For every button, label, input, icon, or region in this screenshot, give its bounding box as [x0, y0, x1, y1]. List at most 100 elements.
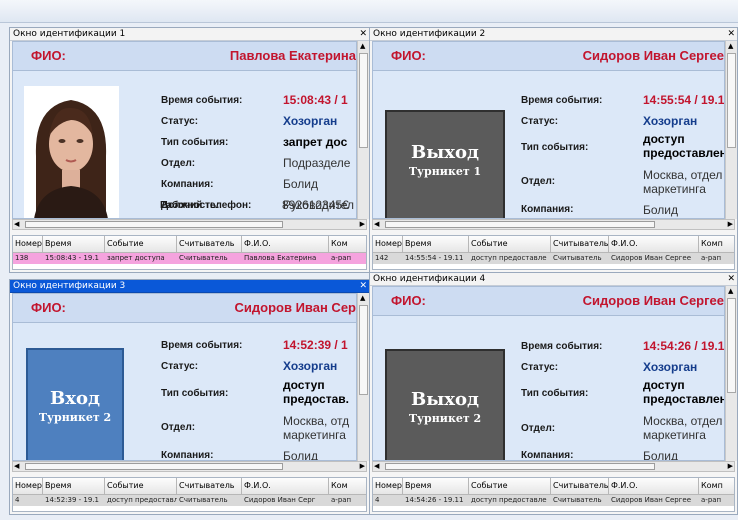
scroll-up-icon[interactable]: ▲: [360, 42, 365, 51]
cell-extra: а-рап: [331, 254, 352, 262]
identification-card: ФИО: Павлова Екатерина Время события: 15…: [12, 41, 357, 219]
column-header[interactable]: Комп: [699, 478, 734, 494]
person-name: Сидоров Иван Сер: [234, 300, 356, 315]
panel-title[interactable]: Окно идентификации 1 ✕: [10, 28, 369, 41]
column-header[interactable]: Время: [403, 478, 469, 494]
column-header[interactable]: Событие: [469, 478, 551, 494]
scroll-thumb[interactable]: [385, 221, 655, 228]
column-header[interactable]: Ф.И.О.: [242, 478, 329, 494]
column-header[interactable]: Время: [43, 236, 105, 252]
panel-title-text: Окно идентификации 1: [13, 29, 126, 39]
event-time-value: 14:54:26 / 19.1: [643, 339, 725, 353]
column-header[interactable]: Комп: [699, 236, 734, 252]
close-icon[interactable]: ✕: [359, 28, 367, 40]
identification-card: ФИО: Сидоров Иван Сергее Выход Турникет …: [372, 286, 725, 461]
table-row[interactable]: 4 14:54:26 - 19.11 доступ предоставле Сч…: [373, 495, 734, 506]
field-label: Время события:: [161, 340, 243, 351]
close-icon[interactable]: ✕: [727, 273, 735, 285]
field-label: Тип события:: [521, 388, 589, 399]
identification-window-2[interactable]: Окно идентификации 2 ✕ ФИО: Сидоров Иван …: [369, 27, 738, 273]
column-header[interactable]: Считыватель: [177, 478, 242, 494]
identification-window-1[interactable]: Окно идентификации 1 ✕ ФИО: Павлова Екате…: [9, 27, 370, 273]
horizontal-scrollbar[interactable]: ◀ ▶: [12, 219, 367, 230]
scroll-right-icon[interactable]: ▶: [728, 220, 733, 229]
cell-reader: Считыватель: [179, 254, 228, 262]
department-value: Подразделе: [283, 156, 351, 170]
scroll-thumb[interactable]: [727, 298, 736, 393]
column-header[interactable]: Событие: [105, 478, 177, 494]
scroll-right-icon[interactable]: ▶: [360, 220, 365, 229]
scroll-thumb[interactable]: [359, 305, 368, 395]
scroll-thumb[interactable]: [385, 463, 655, 470]
column-header[interactable]: Ком: [329, 478, 366, 494]
person-name: Сидоров Иван Сергее: [582, 48, 724, 63]
table-row[interactable]: 142 14:55:54 - 19.11 доступ предоставле …: [373, 253, 734, 264]
panel-title[interactable]: Окно идентификации 4 ✕: [370, 273, 737, 286]
field-label: Время события:: [521, 95, 603, 106]
cell-extra: а-рап: [701, 496, 722, 504]
status-value: Хозорган: [283, 114, 338, 128]
scroll-left-icon[interactable]: ◀: [14, 220, 19, 229]
fio-label: ФИО:: [31, 48, 66, 63]
cell-number: 4: [375, 496, 380, 504]
table-row[interactable]: 138 15:08:43 - 19.1 запрет доступа Считы…: [13, 253, 366, 264]
panel-title[interactable]: Окно идентификации 2 ✕: [370, 28, 737, 41]
grid-header: Номер Время Событие Считыватель Ф.И.О. К…: [13, 478, 366, 495]
column-header[interactable]: Ком: [329, 236, 366, 252]
field-label: Компания:: [521, 450, 574, 461]
scroll-thumb[interactable]: [25, 463, 283, 470]
scroll-thumb[interactable]: [727, 53, 736, 148]
column-header[interactable]: Считыватель: [177, 236, 242, 252]
panel-title[interactable]: Окно идентификации 3 ✕: [10, 280, 369, 293]
vertical-scrollbar[interactable]: ▲: [725, 41, 737, 219]
event-type-value: доступ предоставлен: [643, 132, 725, 160]
vertical-scrollbar[interactable]: ▲: [725, 286, 737, 461]
column-header[interactable]: Считыватель: [551, 236, 609, 252]
person-name: Павлова Екатерина: [229, 48, 356, 63]
column-header[interactable]: Считыватель: [551, 478, 609, 494]
vertical-scrollbar[interactable]: ▲: [357, 293, 369, 461]
column-header[interactable]: Время: [403, 236, 469, 252]
events-grid[interactable]: Номер Время Событие Считыватель Ф.И.О. К…: [372, 477, 735, 512]
column-header[interactable]: Номер: [373, 236, 403, 252]
column-header[interactable]: Номер: [13, 478, 43, 494]
scroll-left-icon[interactable]: ◀: [14, 462, 19, 471]
horizontal-scrollbar[interactable]: ◀ ▶: [372, 219, 735, 230]
horizontal-scrollbar[interactable]: ◀ ▶: [372, 461, 735, 472]
department-value: Москва, отдел маркетинга: [643, 414, 723, 442]
column-header[interactable]: Событие: [105, 236, 177, 252]
column-header[interactable]: Время: [43, 478, 105, 494]
column-header[interactable]: Номер: [13, 236, 43, 252]
gate-direction: Выход: [411, 389, 479, 410]
scroll-right-icon[interactable]: ▶: [360, 462, 365, 471]
event-type-value: доступ предостав.: [283, 378, 349, 406]
scroll-up-icon[interactable]: ▲: [728, 287, 733, 296]
column-header[interactable]: Ф.И.О.: [242, 236, 329, 252]
identification-window-4[interactable]: Окно идентификации 4 ✕ ФИО: Сидоров Иван …: [369, 272, 738, 515]
table-row[interactable]: 4 14:52:39 - 19.1 доступ предоставл Счит…: [13, 495, 366, 506]
column-header[interactable]: Номер: [373, 478, 403, 494]
close-icon[interactable]: ✕: [727, 28, 735, 40]
events-grid[interactable]: Номер Время Событие Считыватель Ф.И.О. К…: [12, 235, 367, 270]
horizontal-scrollbar[interactable]: ◀ ▶: [12, 461, 367, 472]
events-grid[interactable]: Номер Время Событие Считыватель Ф.И.О. К…: [372, 235, 735, 270]
identification-window-3[interactable]: Окно идентификации 3 ✕ ФИО: Сидоров Иван …: [9, 279, 370, 515]
column-header[interactable]: Ф.И.О.: [609, 236, 699, 252]
events-grid[interactable]: Номер Время Событие Считыватель Ф.И.О. К…: [12, 477, 367, 512]
scroll-thumb[interactable]: [359, 53, 368, 148]
status-value: Хозорган: [643, 360, 698, 374]
cell-fio: Сидоров Иван Серг: [244, 496, 316, 504]
vertical-scrollbar[interactable]: ▲: [357, 41, 369, 219]
scroll-left-icon[interactable]: ◀: [374, 220, 379, 229]
column-header[interactable]: Ф.И.О.: [609, 478, 699, 494]
scroll-right-icon[interactable]: ▶: [728, 462, 733, 471]
scroll-up-icon[interactable]: ▲: [728, 42, 733, 51]
cell-reader: Считыватель: [553, 254, 602, 262]
cell-fio: Сидоров Иван Сергее: [611, 254, 692, 262]
scroll-thumb[interactable]: [25, 221, 283, 228]
scroll-up-icon[interactable]: ▲: [360, 294, 365, 303]
close-icon[interactable]: ✕: [359, 280, 367, 292]
column-header[interactable]: Событие: [469, 236, 551, 252]
scroll-left-icon[interactable]: ◀: [374, 462, 379, 471]
field-label: Отдел:: [521, 176, 556, 187]
